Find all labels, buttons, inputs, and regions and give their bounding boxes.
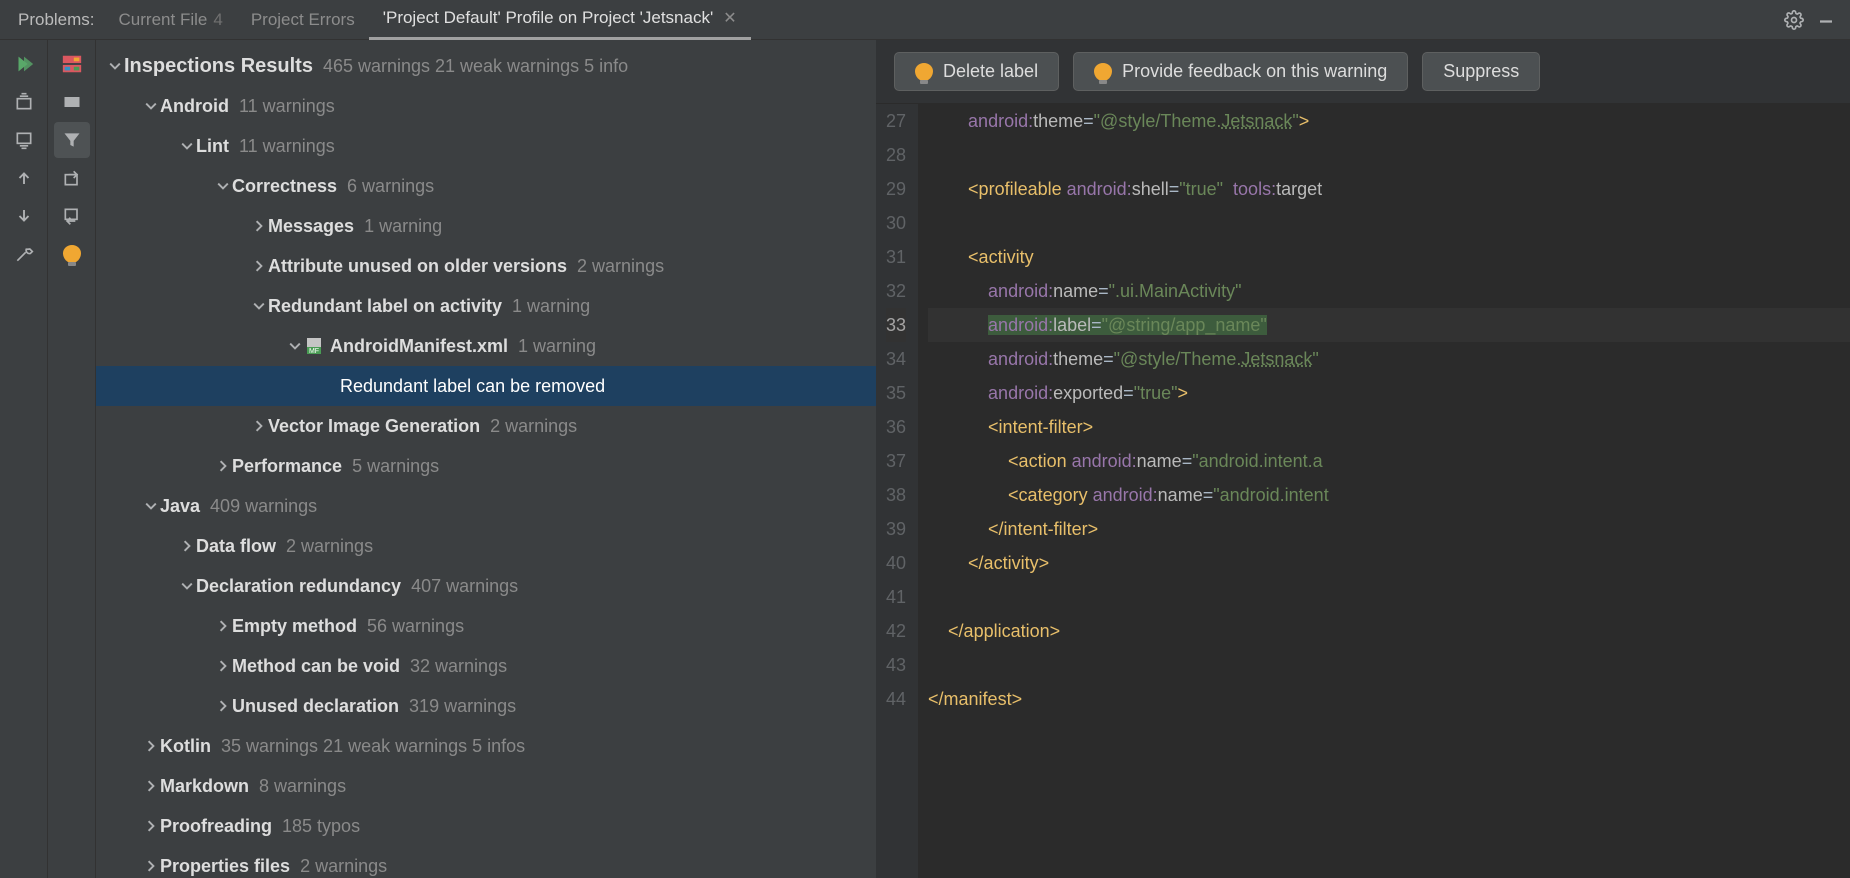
settings-wrench-icon[interactable] (6, 236, 42, 272)
svg-text:MF: MF (309, 348, 319, 355)
inspections-tree[interactable]: Inspections Results465 warnings 21 weak … (96, 40, 876, 878)
tree-node[interactable]: MFAndroidManifest.xml1 warning (96, 326, 876, 366)
tree-node[interactable]: Messages1 warning (96, 206, 876, 246)
tree-node[interactable]: Proofreading185 typos (96, 806, 876, 846)
close-icon[interactable]: ✕ (723, 8, 736, 28)
delete-label-button[interactable]: Delete label (894, 52, 1059, 91)
code-line[interactable]: <action android:name="android.intent.a (928, 444, 1850, 478)
code-line[interactable]: <activity (928, 240, 1850, 274)
toolbar-column-1 (0, 40, 48, 878)
tree-node[interactable]: Redundant label on activity1 warning (96, 286, 876, 326)
code-line[interactable]: <intent-filter> (928, 410, 1850, 444)
tree-node[interactable]: Java409 warnings (96, 486, 876, 526)
tree-node[interactable]: Performance5 warnings (96, 446, 876, 486)
tree-node[interactable]: Declaration redundancy407 warnings (96, 566, 876, 606)
code-line[interactable]: android:label="@string/app_name" (928, 308, 1850, 342)
code-line[interactable] (928, 138, 1850, 172)
bulb-icon (1094, 63, 1112, 81)
tree-node[interactable]: Kotlin35 warnings 21 weak warnings 5 inf… (96, 726, 876, 766)
tab[interactable]: Project Errors (237, 0, 369, 40)
tree-node[interactable]: Unused declaration319 warnings (96, 686, 876, 726)
intention-bulb-icon[interactable] (54, 236, 90, 272)
suppress-button[interactable]: Suppress (1422, 52, 1540, 91)
code-line[interactable]: android:theme="@style/Theme.Jetsnack"> (928, 104, 1850, 138)
tree-node[interactable]: Lint11 warnings (96, 126, 876, 166)
provide-feedback-button[interactable]: Provide feedback on this warning (1073, 52, 1408, 91)
problems-header: Problems: Current File4Project Errors'Pr… (0, 0, 1850, 40)
rerun-icon[interactable] (6, 46, 42, 82)
code-line[interactable] (928, 580, 1850, 614)
view-mode-icon[interactable] (54, 84, 90, 120)
line-gutter: 272829303132333435363738394041424344 (876, 104, 918, 878)
code-line[interactable] (928, 648, 1850, 682)
tree-node[interactable]: Method can be void32 warnings (96, 646, 876, 686)
tab-bar: Current File4Project Errors'Project Defa… (105, 0, 751, 40)
minimize-icon[interactable] (1812, 6, 1840, 34)
code-line[interactable]: <category android:name="android.intent (928, 478, 1850, 512)
tree-root[interactable]: Inspections Results465 warnings 21 weak … (96, 46, 876, 86)
tree-node[interactable]: Correctness6 warnings (96, 166, 876, 206)
export-icon[interactable] (54, 160, 90, 196)
next-occurrence-icon[interactable] (6, 198, 42, 234)
code-line[interactable]: </activity> (928, 546, 1850, 580)
code-line[interactable]: android:name=".ui.MainActivity" (928, 274, 1850, 308)
import-icon[interactable] (54, 198, 90, 234)
tree-node[interactable]: Attribute unused on older versions2 warn… (96, 246, 876, 286)
toolbar-column-2 (48, 40, 96, 878)
tree-node[interactable]: Data flow2 warnings (96, 526, 876, 566)
tab[interactable]: 'Project Default' Profile on Project 'Je… (369, 0, 751, 40)
gear-icon[interactable] (1780, 6, 1808, 34)
tree-node[interactable]: Empty method56 warnings (96, 606, 876, 646)
tree-node[interactable]: Android11 warnings (96, 86, 876, 126)
code-preview[interactable]: 272829303132333435363738394041424344 and… (876, 104, 1850, 878)
expand-all-icon[interactable] (6, 84, 42, 120)
quickfix-action-bar: Delete label Provide feedback on this wa… (876, 40, 1850, 104)
collapse-all-icon[interactable] (6, 122, 42, 158)
tab[interactable]: Current File4 (105, 0, 237, 40)
panel-title: Problems: (8, 10, 105, 30)
code-line[interactable]: </manifest> (928, 682, 1850, 716)
code-body[interactable]: android:theme="@style/Theme.Jetsnack"> <… (918, 104, 1850, 878)
prev-occurrence-icon[interactable] (6, 160, 42, 196)
code-line[interactable]: </intent-filter> (928, 512, 1850, 546)
filter-icon[interactable] (54, 122, 90, 158)
code-line[interactable]: android:theme="@style/Theme.Jetsnack" (928, 342, 1850, 376)
code-line[interactable]: android:exported="true"> (928, 376, 1850, 410)
tree-node[interactable]: Vector Image Generation2 warnings (96, 406, 876, 446)
manifest-file-icon: MF (304, 337, 324, 355)
code-line[interactable] (928, 206, 1850, 240)
bulb-icon (915, 63, 933, 81)
editor-pane: Delete label Provide feedback on this wa… (876, 40, 1850, 878)
tree-node[interactable]: Markdown8 warnings (96, 766, 876, 806)
code-line[interactable]: </application> (928, 614, 1850, 648)
group-by-icon[interactable] (54, 46, 90, 82)
tree-node[interactable]: Properties files2 warnings (96, 846, 876, 878)
tree-node[interactable]: Redundant label can be removed (96, 366, 876, 406)
code-line[interactable]: <profileable android:shell="true" tools:… (928, 172, 1850, 206)
